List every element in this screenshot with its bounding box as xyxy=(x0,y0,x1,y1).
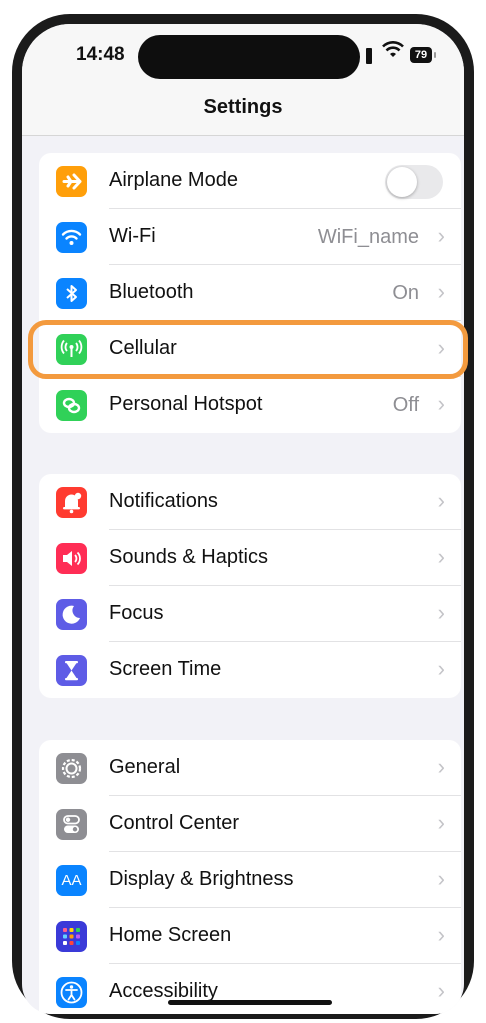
chevron-right-icon: › xyxy=(437,922,445,947)
row-label: General xyxy=(109,756,181,778)
toggles-icon xyxy=(56,809,87,840)
row-value: Off xyxy=(392,394,419,416)
page-title: Settings xyxy=(203,96,283,118)
chevron-right-icon: › xyxy=(437,866,445,891)
battery-nub xyxy=(434,52,436,58)
text-size-icon: AA xyxy=(56,865,87,896)
chevron-right-icon: › xyxy=(437,544,445,569)
settings-row-focus[interactable]: Focus › xyxy=(39,586,461,642)
settings-row-home-screen[interactable]: Home Screen › xyxy=(39,908,461,964)
settings-row-notifications[interactable]: Notifications › xyxy=(39,474,461,530)
chevron-right-icon: › xyxy=(437,391,445,416)
moon-icon xyxy=(56,599,87,630)
row-label: Wi-Fi xyxy=(109,225,156,247)
bluetooth-icon xyxy=(56,278,87,309)
screen: 14:48 79 Settings Airplane Mode Wi-Fi Wi… xyxy=(22,24,464,1014)
settings-row-wifi[interactable]: Wi-Fi WiFi_name › xyxy=(39,209,461,265)
row-label: Control Center xyxy=(109,812,240,834)
status-wifi-icon xyxy=(382,41,404,59)
row-label: Screen Time xyxy=(109,658,222,680)
settings-row-display-brightness[interactable]: AA Display & Brightness › xyxy=(39,852,461,908)
airplane-icon xyxy=(56,166,87,197)
chevron-right-icon: › xyxy=(437,978,445,1003)
accessibility-icon xyxy=(56,977,87,1008)
settings-row-bluetooth[interactable]: Bluetooth On › xyxy=(39,265,461,321)
wifi-icon xyxy=(56,222,87,253)
gear-icon xyxy=(56,753,87,784)
settings-row-accessibility[interactable]: Accessibility › xyxy=(39,964,461,1014)
settings-row-general[interactable]: General › xyxy=(39,740,461,796)
settings-row-airplane-mode[interactable]: Airplane Mode xyxy=(39,153,461,209)
row-label: Display & Brightness xyxy=(109,868,294,890)
bell-icon xyxy=(56,487,87,518)
dynamic-island xyxy=(138,35,360,79)
row-value: On xyxy=(392,282,419,304)
row-label: Airplane Mode xyxy=(109,169,238,191)
signal-icon xyxy=(366,48,372,64)
row-value: WiFi_name xyxy=(317,226,419,248)
settings-row-control-center[interactable]: Control Center › xyxy=(39,796,461,852)
chevron-right-icon: › xyxy=(437,488,445,513)
cellular-highlight-outline xyxy=(28,320,468,379)
home-indicator[interactable] xyxy=(168,1000,332,1005)
row-label: Notifications xyxy=(109,490,218,512)
settings-row-screen-time[interactable]: Screen Time › xyxy=(39,642,461,698)
chevron-right-icon: › xyxy=(437,223,445,248)
navigation-bar: 14:48 79 Settings xyxy=(22,24,464,136)
hourglass-icon xyxy=(56,655,87,686)
settings-row-sounds-haptics[interactable]: Sounds & Haptics › xyxy=(39,530,461,586)
status-time: 14:48 xyxy=(76,44,125,65)
chevron-right-icon: › xyxy=(437,810,445,835)
row-label: Sounds & Haptics xyxy=(109,546,268,568)
row-label: Focus xyxy=(109,602,164,624)
hotspot-icon xyxy=(56,390,87,421)
toggle-knob xyxy=(387,167,417,197)
row-label: Bluetooth xyxy=(109,281,194,303)
battery-icon: 79 xyxy=(410,47,432,63)
airplane-mode-toggle[interactable] xyxy=(385,165,443,199)
settings-group-connectivity: Airplane Mode Wi-Fi WiFi_name › Bluetoot… xyxy=(39,153,461,433)
speaker-icon xyxy=(56,543,87,574)
settings-group-general: General › Control Center › AA Display & … xyxy=(39,740,461,1014)
chevron-right-icon: › xyxy=(437,754,445,779)
chevron-right-icon: › xyxy=(437,600,445,625)
row-label: Personal Hotspot xyxy=(109,393,263,415)
settings-group-notifications: Notifications › Sounds & Haptics › Focus… xyxy=(39,474,461,698)
chevron-right-icon: › xyxy=(437,279,445,304)
row-label: Home Screen xyxy=(109,924,232,946)
app-grid-icon xyxy=(56,921,87,952)
settings-row-personal-hotspot[interactable]: Personal Hotspot Off › xyxy=(39,377,461,433)
chevron-right-icon: › xyxy=(437,656,445,681)
